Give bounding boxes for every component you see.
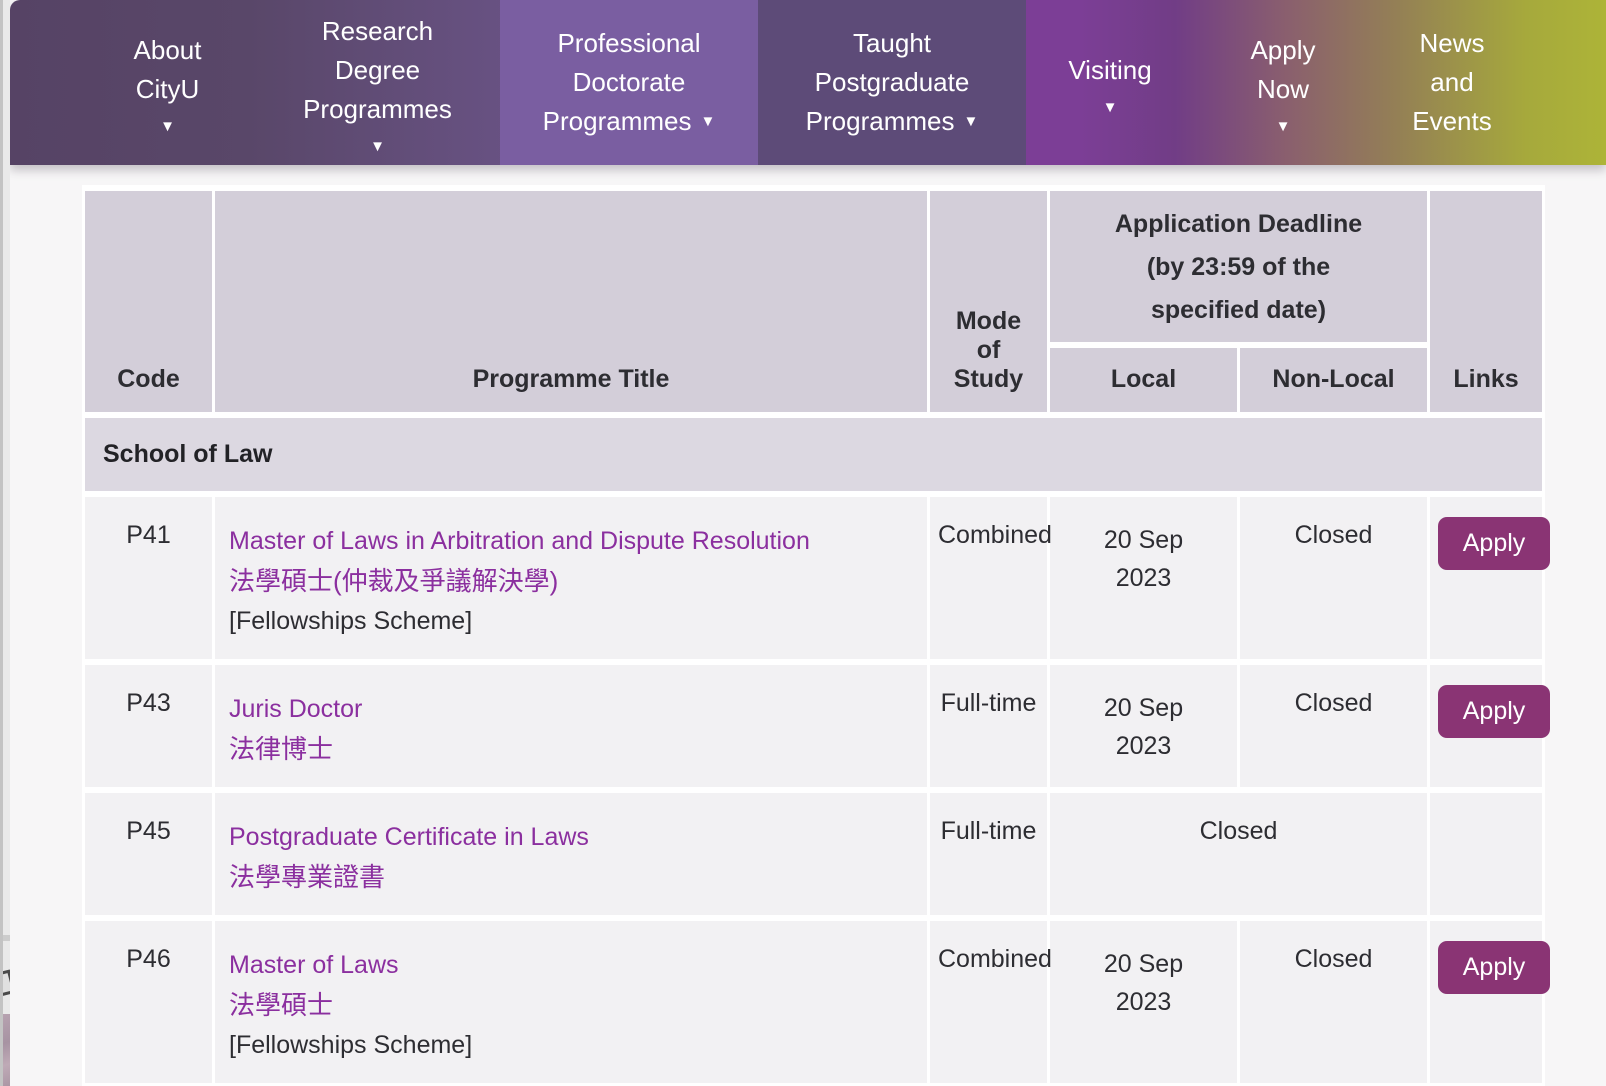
programme-code: P43 xyxy=(85,665,212,787)
fellowships-scheme-note: [Fellowships Scheme] xyxy=(229,1025,919,1065)
nav-item-apply[interactable]: Apply Now ▼ xyxy=(1194,0,1372,165)
divider xyxy=(3,935,10,941)
programme-title-link[interactable]: Postgraduate Certificate in Laws xyxy=(229,817,829,857)
nav-item-label-wrap: Visiting ▼ xyxy=(1068,51,1151,115)
programme-code: P46 xyxy=(85,921,212,1083)
fellowships-scheme-note: [Fellowships Scheme] xyxy=(229,601,919,641)
non-local-deadline: Closed xyxy=(1240,665,1427,787)
window-edge-strip xyxy=(0,0,10,1086)
chevron-down-icon: ▼ xyxy=(963,113,978,130)
partial-widget-icon xyxy=(0,969,10,998)
local-deadline: 20 Sep 2023 xyxy=(1050,665,1237,787)
local-deadline: 20 Sep 2023 xyxy=(1050,921,1237,1083)
column-header-programme-title: Programme Title xyxy=(215,191,927,412)
column-header-application-deadline: Application Deadline (by 23:59 of the sp… xyxy=(1050,191,1427,342)
programme-title-chinese-link[interactable]: 法學碩士(仲裁及爭議解決學) xyxy=(229,561,919,601)
programme-title-cell: Master of Laws in Arbitration and Disput… xyxy=(215,497,927,659)
programme-title-chinese-link[interactable]: 法學專業證書 xyxy=(229,857,919,897)
links-cell: Apply xyxy=(1430,497,1542,659)
deadline-date: 20 Sep 2023 xyxy=(1097,521,1191,597)
non-local-deadline: Closed xyxy=(1240,921,1427,1083)
programmes-table-container: Code Programme Title Mode of Study Appli… xyxy=(82,185,1530,1086)
apply-button[interactable]: Apply xyxy=(1438,685,1550,738)
column-header-local: Local xyxy=(1050,348,1237,412)
nav-item-label-wrap: Apply Now ▼ xyxy=(1250,31,1315,134)
chevron-down-icon: ▼ xyxy=(303,139,452,154)
programme-title-cell: Postgraduate Certificate in Laws 法學專業證書 xyxy=(215,793,927,915)
column-header-mode-of-study: Mode of Study xyxy=(930,191,1047,412)
chevron-down-icon: ▼ xyxy=(1250,119,1315,134)
main-nav: About CityU ▼ Research Degree Programmes ▼… xyxy=(10,0,1606,165)
links-cell xyxy=(1430,793,1542,915)
nav-item-label-wrap: News and Events xyxy=(1412,24,1492,141)
section-title: School of Law xyxy=(85,418,1542,491)
programme-title-chinese-link[interactable]: 法學碩士 xyxy=(229,985,919,1025)
programme-title-cell: Juris Doctor 法律博士 xyxy=(215,665,927,787)
mode-of-study-value: Full-time xyxy=(930,665,1047,787)
programme-title-cell: Master of Laws 法學碩士 [Fellowships Scheme] xyxy=(215,921,927,1083)
section-row: School of Law xyxy=(85,418,1542,491)
nav-item-research[interactable]: Research Degree Programmes ▼ xyxy=(255,0,500,165)
nav-item-about[interactable]: About CityU ▼ xyxy=(80,0,255,165)
table-row: P43 Juris Doctor 法律博士 Full-time 20 Sep 2… xyxy=(85,665,1542,787)
nav-item-label: Taught Postgraduate Programmes xyxy=(806,28,970,136)
column-header-links: Links xyxy=(1430,191,1542,412)
programme-title-link[interactable]: Master of Laws in Arbitration and Disput… xyxy=(229,521,829,561)
nav-item-label-wrap: About CityU ▼ xyxy=(134,31,202,134)
partial-image xyxy=(3,1014,10,1086)
nav-item-professional[interactable]: Professional Doctorate Programmes▼ xyxy=(500,0,758,165)
non-local-deadline: Closed xyxy=(1240,497,1427,659)
links-cell: Apply xyxy=(1430,665,1542,787)
local-deadline: 20 Sep 2023 xyxy=(1050,497,1237,659)
mode-of-study-value: Combined xyxy=(930,921,1047,1083)
deadline-date: 20 Sep 2023 xyxy=(1097,689,1191,765)
nav-item-label: About CityU xyxy=(134,35,202,104)
chevron-down-icon: ▼ xyxy=(134,119,202,134)
mode-of-study-value: Full-time xyxy=(930,793,1047,915)
deadline-merged: Closed xyxy=(1050,793,1427,915)
programme-title-link[interactable]: Master of Laws xyxy=(229,945,829,985)
programme-code: P41 xyxy=(85,497,212,659)
nav-item-visiting[interactable]: Visiting ▼ xyxy=(1026,0,1194,165)
nav-item-label: News and Events xyxy=(1412,28,1492,136)
programme-title-link[interactable]: Juris Doctor xyxy=(229,689,829,729)
table-row: P45 Postgraduate Certificate in Laws 法學專… xyxy=(85,793,1542,915)
mode-of-study-value: Combined xyxy=(930,497,1047,659)
nav-item-label: Apply Now xyxy=(1250,35,1315,104)
nav-item-label: Research Degree Programmes xyxy=(303,16,452,124)
table-row: P41 Master of Laws in Arbitration and Di… xyxy=(85,497,1542,659)
column-header-code: Code xyxy=(85,191,212,412)
links-cell: Apply xyxy=(1430,921,1542,1083)
page: About CityU ▼ Research Degree Programmes ▼… xyxy=(0,0,1606,1086)
nav-item-label-wrap: Taught Postgraduate Programmes▼ xyxy=(806,24,979,141)
apply-button[interactable]: Apply xyxy=(1438,941,1550,994)
nav-item-label: Professional Doctorate Programmes xyxy=(543,28,701,136)
nav-item-news[interactable]: News and Events xyxy=(1372,0,1532,165)
column-header-non-local: Non-Local xyxy=(1240,348,1427,412)
nav-item-label: Visiting xyxy=(1068,55,1151,85)
chevron-down-icon: ▼ xyxy=(1068,100,1151,115)
table-row: P46 Master of Laws 法學碩士 [Fellowships Sch… xyxy=(85,921,1542,1083)
nav-item-taught[interactable]: Taught Postgraduate Programmes▼ xyxy=(758,0,1026,165)
programmes-table: Code Programme Title Mode of Study Appli… xyxy=(82,185,1545,1086)
nav-item-label-wrap: Professional Doctorate Programmes▼ xyxy=(543,24,716,141)
nav-spacer xyxy=(10,0,80,165)
chevron-down-icon: ▼ xyxy=(700,113,715,130)
programme-code: P45 xyxy=(85,793,212,915)
nav-item-label-wrap: Research Degree Programmes ▼ xyxy=(303,12,452,154)
programme-table-body: School of Law P41 Master of Laws in Arbi… xyxy=(85,418,1542,1083)
deadline-date: 20 Sep 2023 xyxy=(1097,945,1191,1021)
apply-button[interactable]: Apply xyxy=(1438,517,1550,570)
programme-title-chinese-link[interactable]: 法律博士 xyxy=(229,729,919,769)
